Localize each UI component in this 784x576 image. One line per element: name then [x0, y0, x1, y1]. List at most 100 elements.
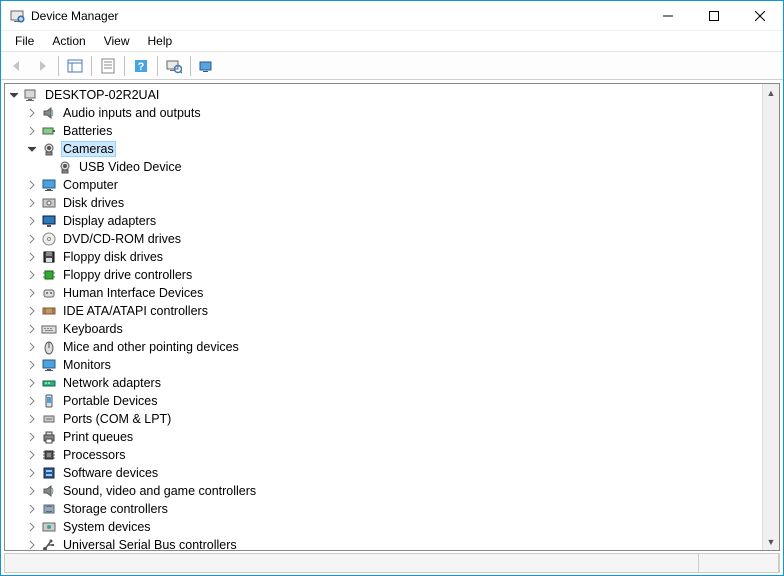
- scroll-down-button[interactable]: ▼: [763, 533, 779, 550]
- category-row[interactable]: Human Interface Devices: [5, 284, 762, 302]
- tree-root[interactable]: DESKTOP-02R2UAI: [5, 86, 762, 104]
- chevron-right-icon[interactable]: [25, 214, 39, 228]
- chevron-right-icon[interactable]: [25, 448, 39, 462]
- speaker-icon: [41, 483, 57, 499]
- category-label: Audio inputs and outputs: [61, 106, 203, 120]
- category-row[interactable]: Ports (COM & LPT): [5, 410, 762, 428]
- floppy-icon: [41, 249, 57, 265]
- menu-file[interactable]: File: [7, 32, 42, 50]
- scroll-up-button[interactable]: ▲: [763, 84, 779, 101]
- hid-icon: [41, 285, 57, 301]
- category-row[interactable]: DVD/CD-ROM drives: [5, 230, 762, 248]
- chevron-right-icon[interactable]: [25, 286, 39, 300]
- category-label: Print queues: [61, 430, 135, 444]
- chevron-right-icon[interactable]: [25, 304, 39, 318]
- chevron-down-icon[interactable]: [25, 142, 39, 156]
- category-row[interactable]: Print queues: [5, 428, 762, 446]
- back-button[interactable]: [5, 54, 29, 78]
- chevron-right-icon[interactable]: [25, 520, 39, 534]
- display-icon: [41, 213, 57, 229]
- category-row[interactable]: IDE ATA/ATAPI controllers: [5, 302, 762, 320]
- close-button[interactable]: [737, 1, 783, 30]
- menu-view[interactable]: View: [96, 32, 138, 50]
- chevron-right-icon[interactable]: [25, 124, 39, 138]
- category-row[interactable]: Computer: [5, 176, 762, 194]
- category-row[interactable]: Software devices: [5, 464, 762, 482]
- properties-button[interactable]: [96, 54, 120, 78]
- category-row[interactable]: Batteries: [5, 122, 762, 140]
- category-row[interactable]: Universal Serial Bus controllers: [5, 536, 762, 550]
- monitor-icon: [41, 177, 57, 193]
- category-label: System devices: [61, 520, 153, 534]
- storage-icon: [41, 501, 57, 517]
- chevron-right-icon[interactable]: [25, 178, 39, 192]
- category-row[interactable]: Network adapters: [5, 374, 762, 392]
- category-label: Human Interface Devices: [61, 286, 205, 300]
- category-label: Universal Serial Bus controllers: [61, 538, 239, 550]
- forward-button[interactable]: [30, 54, 54, 78]
- category-row[interactable]: Disk drives: [5, 194, 762, 212]
- device-tree[interactable]: DESKTOP-02R2UAI Audio inputs and outputs…: [5, 84, 762, 550]
- toolbar-divider: [91, 56, 92, 76]
- toolbar-divider: [58, 56, 59, 76]
- category-row[interactable]: Storage controllers: [5, 500, 762, 518]
- category-row[interactable]: Floppy disk drives: [5, 248, 762, 266]
- category-label: Display adapters: [61, 214, 158, 228]
- minimize-button[interactable]: [645, 1, 691, 30]
- category-label: Software devices: [61, 466, 160, 480]
- add-legacy-hardware-button[interactable]: [195, 54, 219, 78]
- maximize-button[interactable]: [691, 1, 737, 30]
- titlebar[interactable]: Device Manager: [1, 1, 783, 31]
- chevron-right-icon[interactable]: [25, 358, 39, 372]
- chevron-right-icon[interactable]: [25, 196, 39, 210]
- category-row[interactable]: Keyboards: [5, 320, 762, 338]
- category-row[interactable]: Monitors: [5, 356, 762, 374]
- chevron-right-icon[interactable]: [25, 394, 39, 408]
- device-row[interactable]: USB Video Device: [5, 158, 762, 176]
- chevron-right-icon[interactable]: [25, 250, 39, 264]
- menu-action[interactable]: Action: [44, 32, 93, 50]
- chevron-right-icon[interactable]: [25, 268, 39, 282]
- category-row[interactable]: Portable Devices: [5, 392, 762, 410]
- category-label: Computer: [61, 178, 120, 192]
- chevron-right-icon[interactable]: [25, 502, 39, 516]
- toolbar-divider: [157, 56, 158, 76]
- printer-icon: [41, 429, 57, 445]
- chevron-right-icon[interactable]: [25, 232, 39, 246]
- chevron-right-icon[interactable]: [25, 340, 39, 354]
- category-row[interactable]: Display adapters: [5, 212, 762, 230]
- speaker-icon: [41, 105, 57, 121]
- chevron-right-icon[interactable]: [25, 322, 39, 336]
- help-button[interactable]: ?: [129, 54, 153, 78]
- category-label: IDE ATA/ATAPI controllers: [61, 304, 210, 318]
- app-icon: [9, 8, 25, 24]
- category-row[interactable]: Mice and other pointing devices: [5, 338, 762, 356]
- chevron-right-icon[interactable]: [25, 538, 39, 550]
- cpu-icon: [41, 447, 57, 463]
- category-row[interactable]: System devices: [5, 518, 762, 536]
- category-label: Ports (COM & LPT): [61, 412, 173, 426]
- category-row[interactable]: Audio inputs and outputs: [5, 104, 762, 122]
- svg-text:?: ?: [138, 61, 145, 73]
- mouse-icon: [41, 339, 57, 355]
- category-row[interactable]: Processors: [5, 446, 762, 464]
- category-row[interactable]: Cameras: [5, 140, 762, 158]
- chevron-down-icon[interactable]: [7, 88, 21, 102]
- chevron-right-icon[interactable]: [25, 484, 39, 498]
- chevron-right-icon[interactable]: [25, 106, 39, 120]
- statusbar: [4, 553, 780, 573]
- scan-hardware-button[interactable]: [162, 54, 186, 78]
- vertical-scrollbar[interactable]: ▲ ▼: [762, 84, 779, 550]
- chevron-right-icon[interactable]: [25, 466, 39, 480]
- category-row[interactable]: Floppy drive controllers: [5, 266, 762, 284]
- chevron-right-icon[interactable]: [25, 412, 39, 426]
- category-label: Network adapters: [61, 376, 163, 390]
- chevron-right-icon[interactable]: [25, 376, 39, 390]
- category-row[interactable]: Sound, video and game controllers: [5, 482, 762, 500]
- battery-icon: [41, 123, 57, 139]
- category-label: Mice and other pointing devices: [61, 340, 241, 354]
- root-label: DESKTOP-02R2UAI: [43, 88, 161, 102]
- menu-help[interactable]: Help: [140, 32, 181, 50]
- chevron-right-icon[interactable]: [25, 430, 39, 444]
- show-hide-console-button[interactable]: [63, 54, 87, 78]
